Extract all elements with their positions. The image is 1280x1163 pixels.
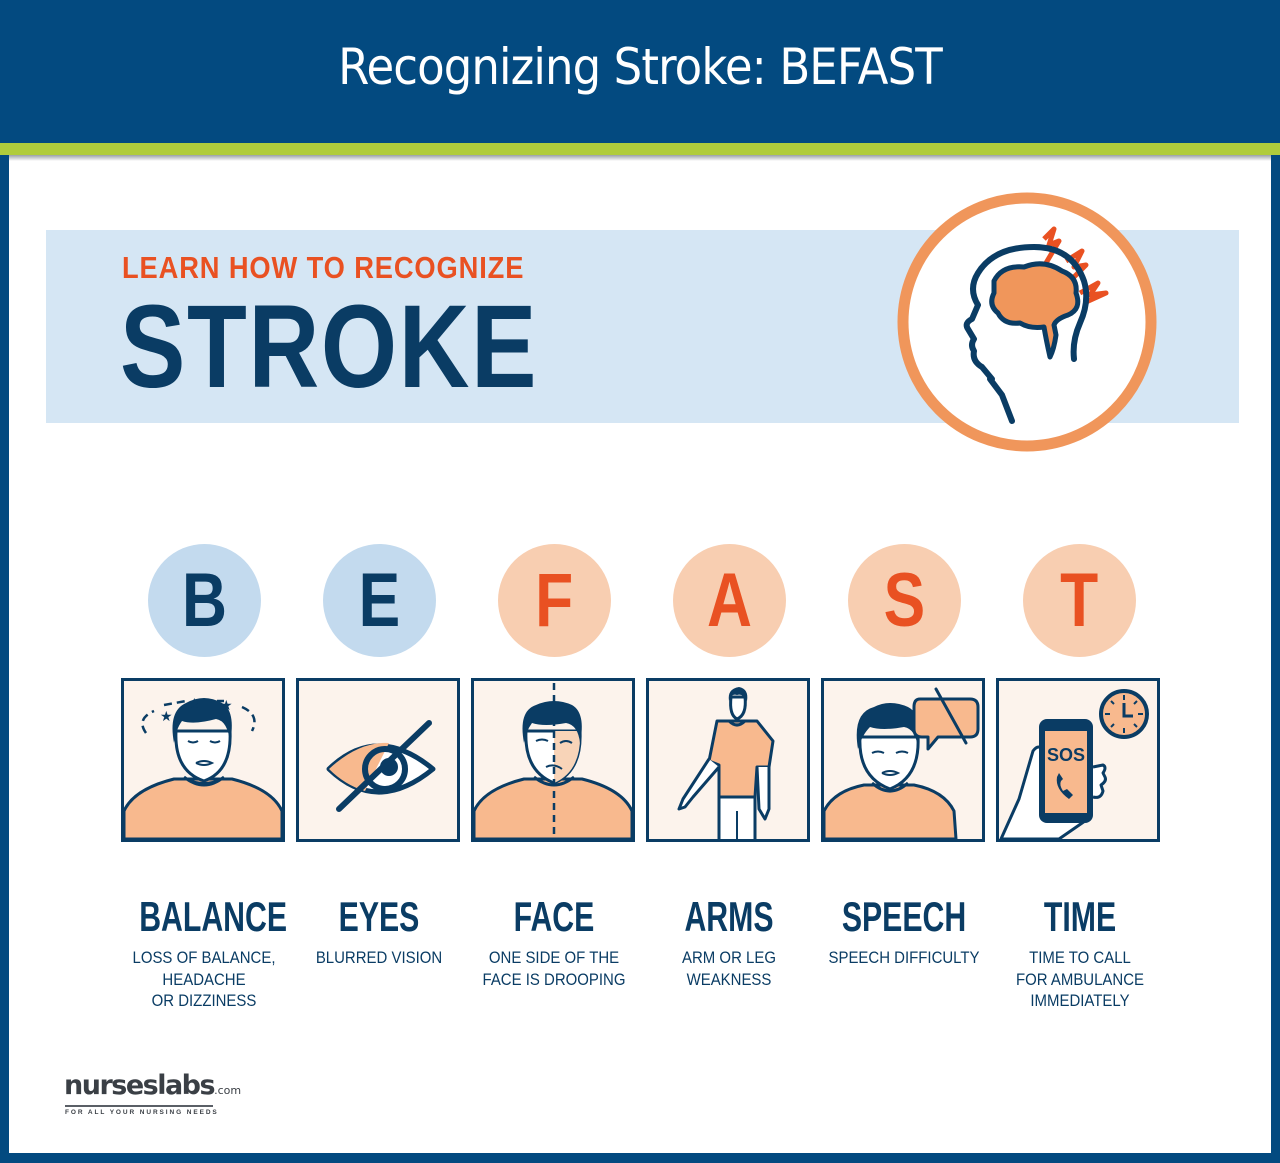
- time-title: TIME: [1043, 893, 1117, 940]
- face-icon-card: [471, 678, 635, 842]
- balance-icon-card: ★ ★ ★: [121, 678, 285, 842]
- letter-circle-e: E: [323, 544, 436, 657]
- time-icon-card: SOS: [996, 678, 1160, 842]
- letter-circle-a: A: [673, 544, 786, 657]
- face-column: FACE ONE SIDE OF THE FACE IS DROOPING: [464, 893, 644, 990]
- accent-divider: [0, 143, 1280, 155]
- arms-column: ARMS ARM OR LEG WEAKNESS: [639, 893, 819, 990]
- logo-suffix: .com: [214, 1084, 242, 1097]
- logo-wordmark: nurseslabs.com: [64, 1070, 241, 1101]
- drooping-face-icon: [474, 683, 632, 839]
- letter-a: A: [706, 558, 752, 643]
- face-title: FACE: [513, 893, 595, 940]
- letter-circle-s: S: [848, 544, 961, 657]
- sos-phone-clock-icon: SOS: [999, 689, 1149, 839]
- time-column: TIME TIME TO CALL FOR AMBULANCE IMMEDIAT…: [990, 893, 1170, 1012]
- page-title: Recognizing Stroke: BEFAST: [338, 38, 943, 96]
- balance-column: BALANCE LOSS OF BALANCE, HEADACHE OR DIZ…: [114, 893, 294, 1012]
- banner-title: STROKE: [120, 281, 539, 413]
- speech-title: SPEECH: [841, 893, 967, 940]
- dizzy-person-icon: ★ ★ ★: [124, 696, 282, 839]
- arms-title: ARMS: [684, 893, 774, 940]
- letter-e: E: [358, 558, 401, 643]
- eyes-title: EYES: [338, 893, 420, 940]
- speech-column: SPEECH SPEECH DIFFICULTY: [814, 893, 994, 969]
- befast-letters: B E F A S T: [0, 544, 1280, 657]
- letter-circle-b: B: [148, 544, 261, 657]
- eye-slash-icon: [326, 720, 436, 812]
- time-description: TIME TO CALL FOR AMBULANCE IMMEDIATELY: [1015, 948, 1145, 1010]
- panel-shadow: [9, 155, 1271, 161]
- letter-circle-f: F: [498, 544, 611, 657]
- balance-title: BALANCE: [139, 893, 288, 940]
- no-speech-icon: [824, 687, 980, 839]
- svg-text:★: ★: [220, 698, 233, 714]
- arms-description: ARM OR LEG WEAKNESS: [682, 948, 776, 989]
- letter-circle-t: T: [1023, 544, 1136, 657]
- logo-underline: [65, 1105, 213, 1107]
- letter-s: S: [883, 558, 926, 643]
- balance-description: LOSS OF BALANCE, HEADACHE OR DIZZINESS: [132, 948, 276, 1010]
- arm-weakness-icon: [677, 687, 775, 839]
- letter-b: B: [181, 558, 227, 643]
- logo-tagline: FOR ALL YOUR NURSING NEEDS: [65, 1109, 219, 1116]
- svg-text:★: ★: [188, 696, 201, 712]
- face-description: ONE SIDE OF THE FACE IS DROOPING: [482, 948, 626, 989]
- svg-text:★: ★: [160, 709, 173, 725]
- letter-t: T: [1060, 558, 1099, 643]
- speech-description: SPEECH DIFFICULTY: [828, 948, 980, 967]
- eyes-icon-card: [296, 678, 460, 842]
- eyes-description: BLURRED VISION: [315, 948, 443, 967]
- sos-label: SOS: [1047, 745, 1085, 765]
- header-bar: Recognizing Stroke: BEFAST: [0, 0, 1280, 143]
- arms-icon-card: [646, 678, 810, 842]
- letter-f: F: [535, 558, 574, 643]
- logo-name: nurseslabs: [64, 1070, 216, 1101]
- speech-icon-card: [821, 678, 985, 842]
- head-brain-lightning-icon: [897, 192, 1157, 452]
- eyes-column: EYES BLURRED VISION: [289, 893, 469, 969]
- nurseslabs-logo: nurseslabs.com FOR ALL YOUR NURSING NEED…: [64, 1070, 241, 1120]
